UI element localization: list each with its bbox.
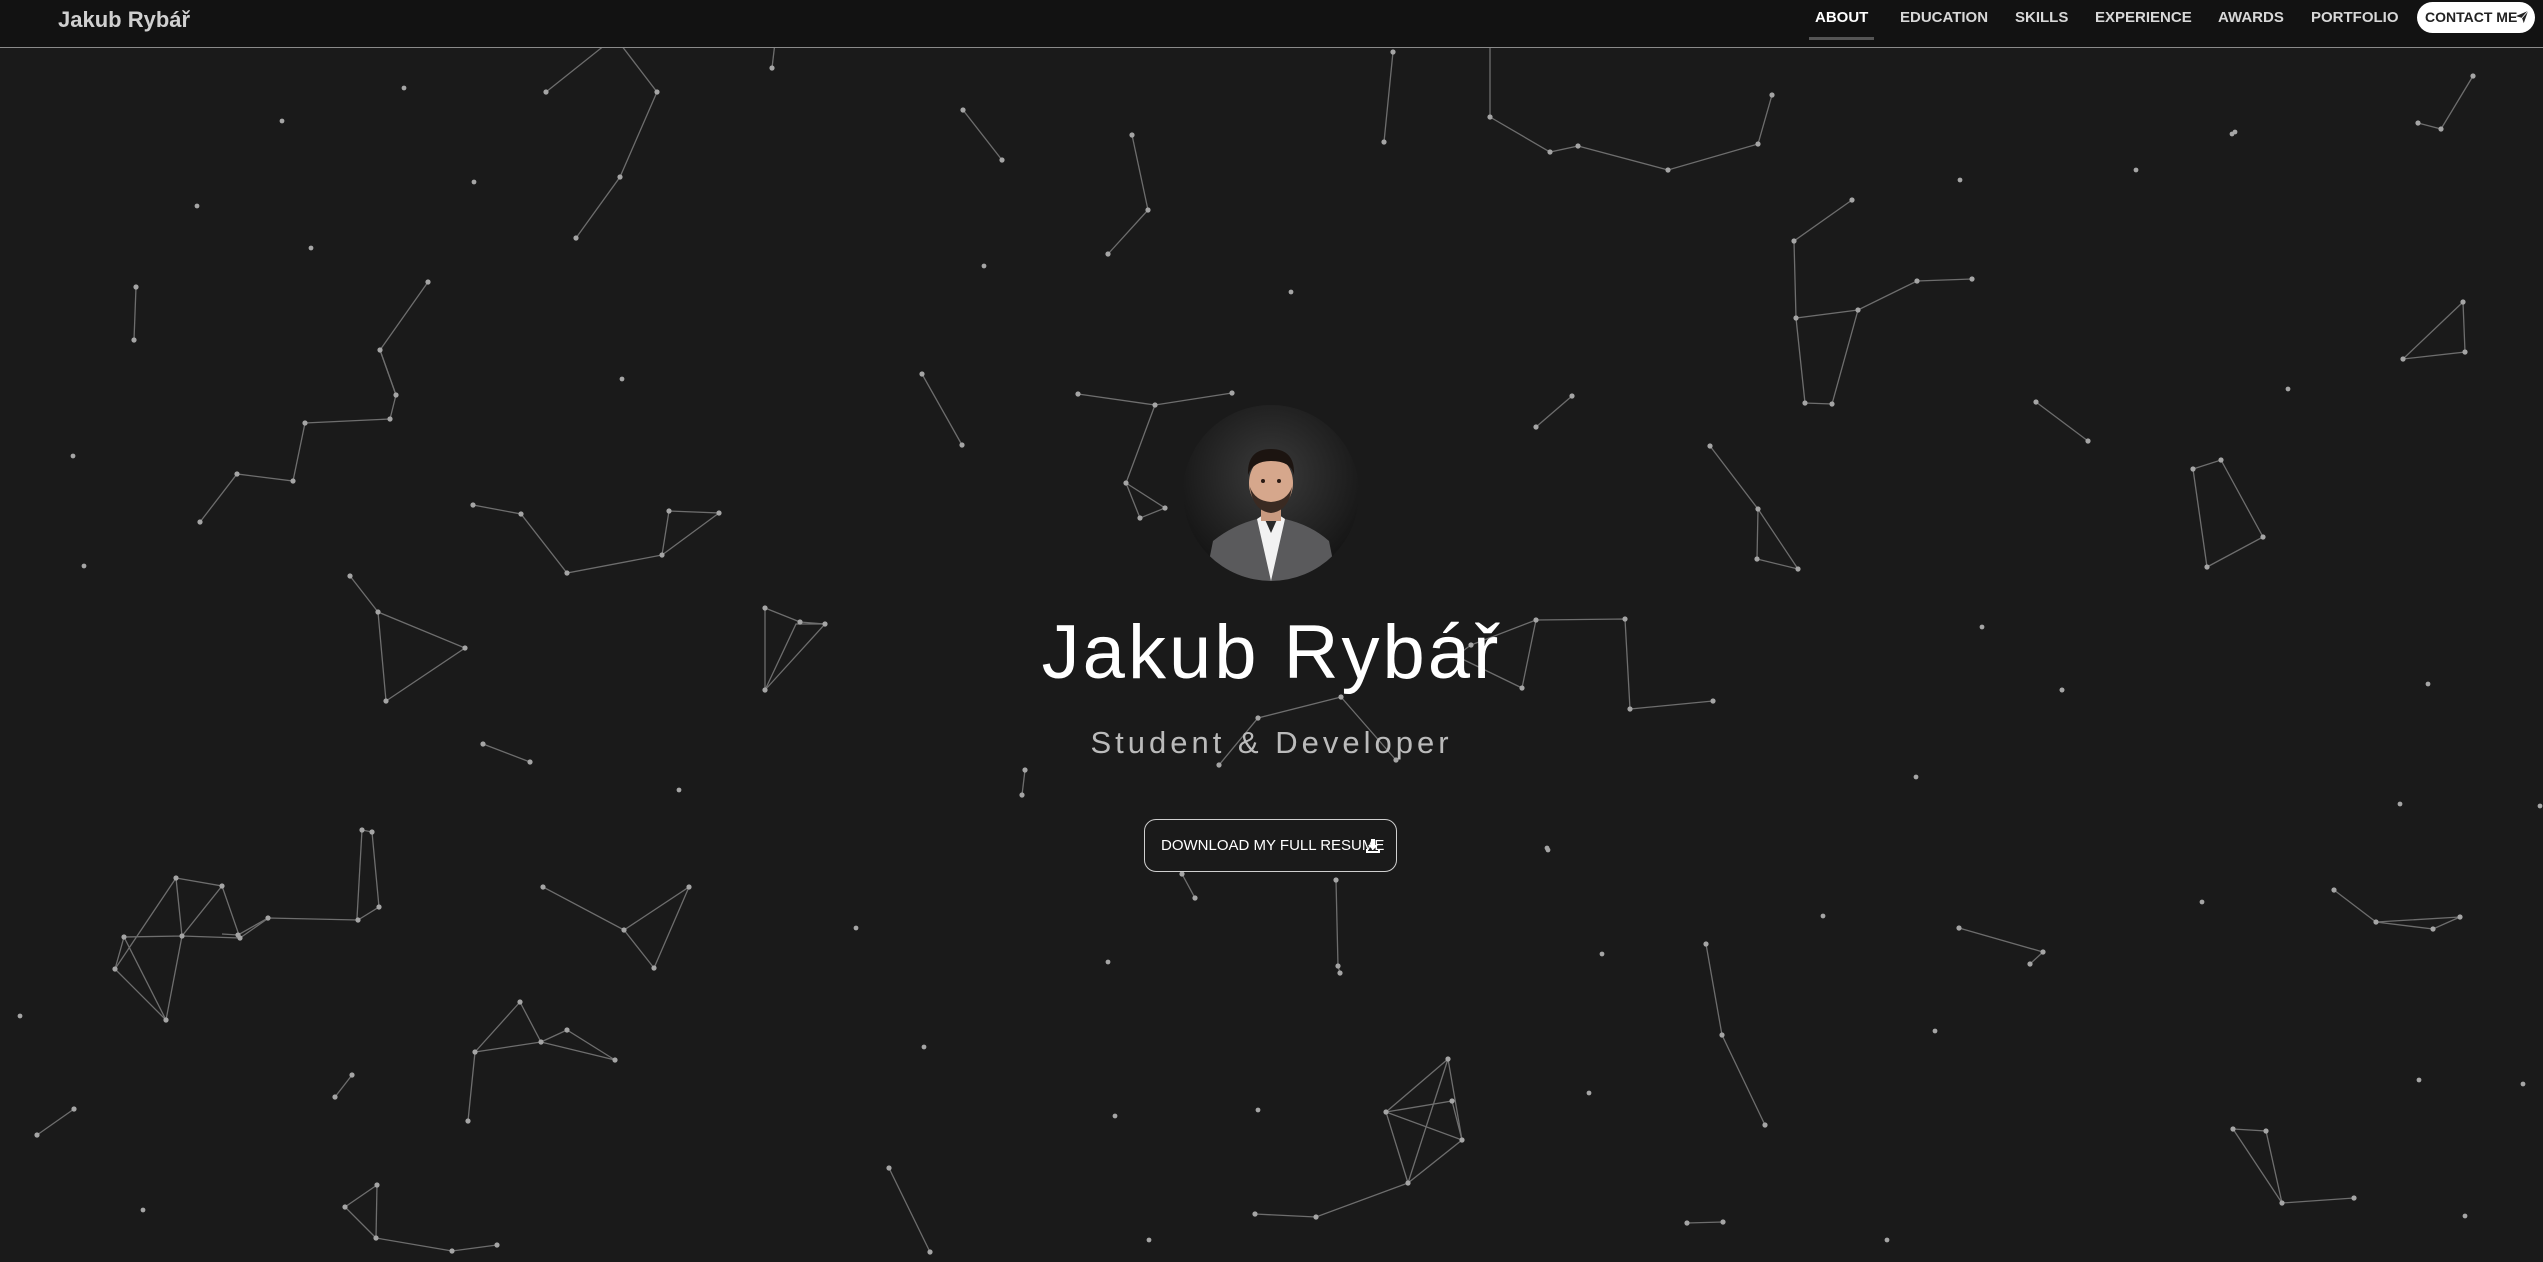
download-resume-button[interactable]: DOWNLOAD MY FULL RESUME: [1144, 819, 1397, 872]
hero-name-heading: Jakub Rybář: [1041, 610, 1502, 695]
profile-photo-icon: [1183, 405, 1359, 581]
hero-subtitle: Student & Developer: [1090, 725, 1453, 760]
download-resume-label: DOWNLOAD MY FULL RESUME: [1161, 837, 1385, 854]
download-icon: [1366, 839, 1380, 853]
profile-photo-avatar: [1183, 405, 1359, 581]
hero-section: Jakub Rybář Student & Developer DOWNLOAD…: [0, 0, 2543, 1262]
